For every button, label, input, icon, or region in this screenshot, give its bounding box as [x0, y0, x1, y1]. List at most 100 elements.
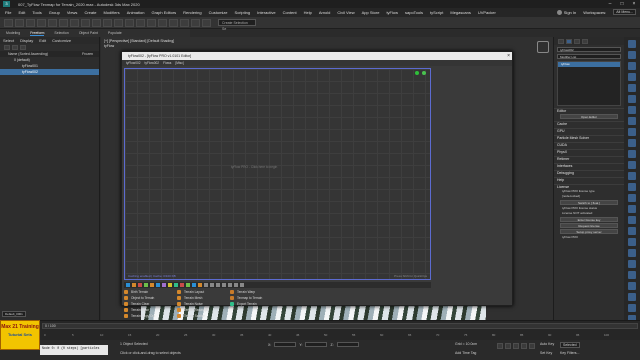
menu-item-tyscript[interactable]: tyScript: [430, 10, 443, 15]
rollout-gpu[interactable]: GPU: [554, 128, 624, 133]
side-tool-icon[interactable]: [628, 128, 636, 136]
ribbon-tab-freeform[interactable]: Freeform: [30, 31, 45, 36]
side-tool-icon[interactable]: [628, 172, 636, 180]
minimize-icon[interactable]: –: [604, 0, 616, 8]
x-field[interactable]: [274, 342, 297, 347]
editor-tool-icon[interactable]: [210, 283, 214, 287]
editor-tool-icon[interactable]: [156, 283, 160, 287]
menu-item-app-store[interactable]: App Store: [362, 10, 380, 15]
column-header-frozen[interactable]: Frozen: [82, 52, 93, 56]
editor-tool-icon[interactable]: [126, 283, 130, 287]
side-tool-icon[interactable]: [628, 249, 636, 257]
scene-tab-edit[interactable]: Edit: [39, 38, 46, 43]
motion-tab-icon[interactable]: [582, 38, 588, 44]
percent-snap-icon[interactable]: [191, 18, 200, 27]
editor-tool-icon[interactable]: [174, 283, 178, 287]
refresh-icon[interactable]: [422, 71, 426, 75]
side-tool-icon[interactable]: [628, 205, 636, 213]
editor-menu-item[interactable]: Flows: [163, 61, 171, 65]
column-header-name[interactable]: Name (Sorted Ascending): [8, 52, 48, 56]
side-tool-icon[interactable]: [628, 73, 636, 81]
editor-tool-icon[interactable]: [216, 283, 220, 287]
side-tool-icon[interactable]: [628, 84, 636, 92]
menu-item-group[interactable]: Group: [49, 10, 60, 15]
editor-titlebar[interactable]: tyFlow002 - [tyFlow PRO v1.0101 Editor] …: [122, 52, 512, 60]
viewcube-icon[interactable]: [537, 41, 549, 53]
editor-menu-item[interactable]: tyFlow002: [145, 61, 160, 65]
select-icon[interactable]: [70, 18, 79, 27]
z-field[interactable]: [336, 342, 359, 347]
time-slider[interactable]: 0 / 100: [42, 323, 638, 329]
editor-tool-icon[interactable]: [144, 283, 148, 287]
bind-icon[interactable]: [48, 18, 57, 27]
scene-tab-select[interactable]: Select: [3, 38, 14, 43]
rollout-particle-mesh-solver[interactable]: Particle Mesh Solver: [554, 135, 624, 140]
side-tool-icon[interactable]: [628, 304, 636, 312]
object-name-field[interactable]: tyFlow002: [557, 47, 621, 52]
license-button[interactable]: Request license: [560, 223, 618, 228]
editor-tool-icon[interactable]: [228, 283, 232, 287]
editor-tool-icon[interactable]: [240, 283, 244, 287]
menu-item-file[interactable]: File: [5, 10, 11, 15]
rollout-editor[interactable]: Editor: [554, 108, 624, 113]
side-tool-icon[interactable]: [628, 95, 636, 103]
side-tool-icon[interactable]: [628, 282, 636, 290]
editor-tool-icon[interactable]: [138, 283, 142, 287]
rollout-cuda[interactable]: CUDA: [554, 142, 624, 147]
viewport-label[interactable]: [+] [Perspective] [Standard] [Default Sh…: [104, 39, 174, 43]
menu-item-tools[interactable]: Tools: [32, 10, 41, 15]
side-tool-icon[interactable]: [628, 117, 636, 125]
editor-menu-item[interactable]: [Misc]: [175, 61, 183, 65]
menu-item-scripting[interactable]: Scripting: [235, 10, 251, 15]
rotate-icon[interactable]: [125, 18, 134, 27]
menu-item-modifiers[interactable]: Modifiers: [103, 10, 119, 15]
flow-graph-canvas[interactable]: tyFlow PRO - Click here to begin Caching…: [124, 68, 431, 280]
prev-frame-icon[interactable]: [505, 343, 511, 349]
menu-item-megascans[interactable]: Megascans: [450, 10, 470, 15]
side-tool-icon[interactable]: [628, 227, 636, 235]
rollout-debugging[interactable]: Debugging: [554, 170, 624, 175]
set-key-button[interactable]: Set Key: [540, 351, 552, 355]
window-crossing-icon[interactable]: [103, 18, 112, 27]
menu-item-civil-view[interactable]: Civil View: [337, 10, 354, 15]
modify-tab-icon[interactable]: [566, 38, 572, 44]
menu-item-customize[interactable]: Customize: [209, 10, 228, 15]
depot-operator[interactable]: Export Terrain: [230, 301, 282, 307]
side-tool-icon[interactable]: [628, 271, 636, 279]
menu-item-rendering[interactable]: Rendering: [183, 10, 201, 15]
editor-tool-icon[interactable]: [150, 283, 154, 287]
angle-snap-icon[interactable]: [180, 18, 189, 27]
menu-item-help[interactable]: Help: [304, 10, 312, 15]
editor-tool-icon[interactable]: [168, 283, 172, 287]
key-filters-button[interactable]: Key Filters...: [560, 351, 579, 355]
redo-icon[interactable]: [15, 18, 24, 27]
key-mode-select[interactable]: Selected: [560, 342, 580, 348]
modifier-stack-item[interactable]: tyFlow: [558, 62, 620, 67]
side-tool-icon[interactable]: [628, 194, 636, 202]
go-start-icon[interactable]: [497, 343, 503, 349]
layer-icon[interactable]: [12, 45, 18, 50]
editor-tool-icon[interactable]: [204, 283, 208, 287]
menu-item-content[interactable]: Content: [283, 10, 297, 15]
add-time-tag-button[interactable]: Add Time Tag: [455, 351, 476, 355]
side-tool-icon[interactable]: [628, 51, 636, 59]
menu-item-arnold[interactable]: Arnold: [319, 10, 331, 15]
editor-tool-icon[interactable]: [222, 283, 226, 287]
scene-tab-display[interactable]: Display: [20, 38, 33, 43]
workspace-select[interactable]: Alt Menu...: [613, 9, 636, 15]
menu-item-animation[interactable]: Animation: [127, 10, 145, 15]
side-tool-icon[interactable]: [628, 260, 636, 268]
menu-item-sapotools[interactable]: sapoTools: [405, 10, 423, 15]
close-icon[interactable]: ×: [628, 0, 640, 8]
license-button[interactable]: Setup proxy server: [560, 229, 618, 234]
user-icon[interactable]: [556, 9, 562, 15]
side-tool-icon[interactable]: [628, 238, 636, 246]
menu-item-uvpacker[interactable]: UVPacker: [478, 10, 496, 15]
play-icon[interactable]: [513, 343, 519, 349]
search-icon[interactable]: [20, 45, 26, 50]
editor-close-icon[interactable]: ×: [507, 52, 510, 60]
scene-item[interactable]: tyFlow002: [0, 69, 99, 75]
menu-item-create[interactable]: Create: [84, 10, 96, 15]
pivot-icon[interactable]: [158, 18, 167, 27]
maximize-icon[interactable]: □: [616, 0, 628, 8]
